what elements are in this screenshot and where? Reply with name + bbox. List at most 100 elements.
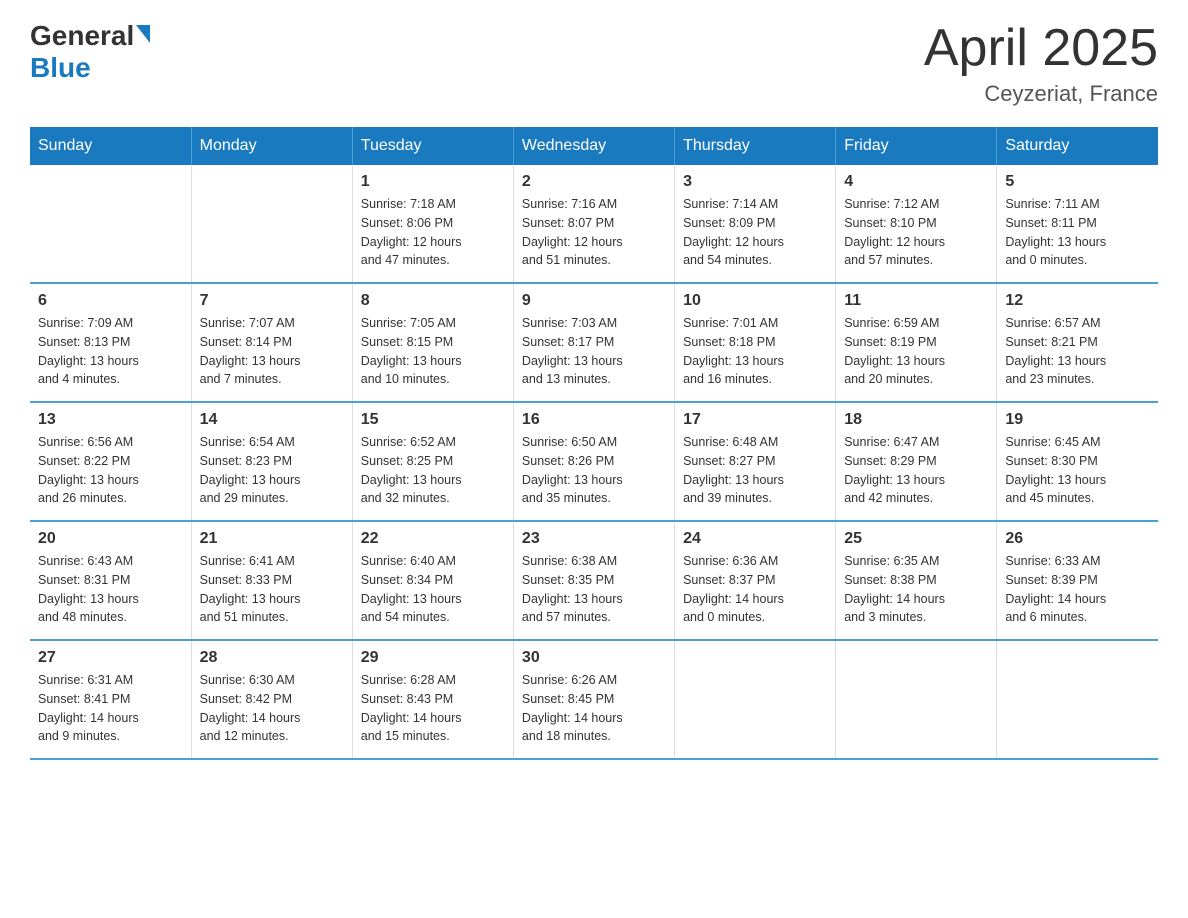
- month-title: April 2025: [924, 20, 1158, 77]
- calendar-cell: [997, 640, 1158, 759]
- day-number: 22: [361, 530, 505, 548]
- day-info: Sunrise: 6:52 AM Sunset: 8:25 PM Dayligh…: [361, 433, 505, 508]
- calendar-cell: 16 Sunrise: 6:50 AM Sunset: 8:26 PM Dayli…: [513, 402, 674, 521]
- calendar-cell: 18 Sunrise: 6:47 AM Sunset: 8:29 PM Dayli…: [836, 402, 997, 521]
- day-info: Sunrise: 6:26 AM Sunset: 8:45 PM Dayligh…: [522, 671, 666, 746]
- day-number: 25: [844, 530, 988, 548]
- calendar-cell: 2 Sunrise: 7:16 AM Sunset: 8:07 PM Daylig…: [513, 165, 674, 283]
- day-number: 8: [361, 292, 505, 310]
- day-number: 9: [522, 292, 666, 310]
- day-info: Sunrise: 6:33 AM Sunset: 8:39 PM Dayligh…: [1005, 552, 1150, 627]
- day-number: 27: [38, 649, 183, 667]
- day-info: Sunrise: 6:48 AM Sunset: 8:27 PM Dayligh…: [683, 433, 827, 508]
- calendar-cell: 29 Sunrise: 6:28 AM Sunset: 8:43 PM Dayli…: [352, 640, 513, 759]
- weekday-row: SundayMondayTuesdayWednesdayThursdayFrid…: [30, 127, 1158, 165]
- calendar-table: SundayMondayTuesdayWednesdayThursdayFrid…: [30, 127, 1158, 760]
- day-info: Sunrise: 7:05 AM Sunset: 8:15 PM Dayligh…: [361, 314, 505, 389]
- day-info: Sunrise: 7:16 AM Sunset: 8:07 PM Dayligh…: [522, 195, 666, 270]
- calendar-cell: 8 Sunrise: 7:05 AM Sunset: 8:15 PM Daylig…: [352, 283, 513, 402]
- page-header: General Blue April 2025 Ceyzeriat, Franc…: [30, 20, 1158, 107]
- day-number: 19: [1005, 411, 1150, 429]
- weekday-header-saturday: Saturday: [997, 127, 1158, 165]
- calendar-cell: [675, 640, 836, 759]
- day-info: Sunrise: 7:03 AM Sunset: 8:17 PM Dayligh…: [522, 314, 666, 389]
- calendar-cell: 6Sunrise: 7:09 AM Sunset: 8:13 PM Daylig…: [30, 283, 191, 402]
- day-number: 10: [683, 292, 827, 310]
- day-number: 1: [361, 173, 505, 191]
- day-info: Sunrise: 7:18 AM Sunset: 8:06 PM Dayligh…: [361, 195, 505, 270]
- calendar-cell: 28Sunrise: 6:30 AM Sunset: 8:42 PM Dayli…: [191, 640, 352, 759]
- day-info: Sunrise: 6:36 AM Sunset: 8:37 PM Dayligh…: [683, 552, 827, 627]
- day-number: 29: [361, 649, 505, 667]
- calendar-week-3: 13 Sunrise: 6:56 AM Sunset: 8:22 PM Dayli…: [30, 402, 1158, 521]
- calendar-cell: 27 Sunrise: 6:31 AM Sunset: 8:41 PM Dayli…: [30, 640, 191, 759]
- day-number: 11: [844, 292, 988, 310]
- calendar-cell: 20 Sunrise: 6:43 AM Sunset: 8:31 PM Dayli…: [30, 521, 191, 640]
- day-number: 26: [1005, 530, 1150, 548]
- day-info: Sunrise: 6:30 AM Sunset: 8:42 PM Dayligh…: [200, 671, 344, 746]
- calendar-week-5: 27 Sunrise: 6:31 AM Sunset: 8:41 PM Dayli…: [30, 640, 1158, 759]
- day-number: 13: [38, 411, 183, 429]
- day-number: 21: [200, 530, 344, 548]
- weekday-header-wednesday: Wednesday: [513, 127, 674, 165]
- logo: General Blue: [30, 20, 150, 84]
- calendar-cell: 19Sunrise: 6:45 AM Sunset: 8:30 PM Dayli…: [997, 402, 1158, 521]
- title-section: April 2025 Ceyzeriat, France: [924, 20, 1158, 107]
- weekday-header-monday: Monday: [191, 127, 352, 165]
- weekday-header-friday: Friday: [836, 127, 997, 165]
- calendar-cell: 14Sunrise: 6:54 AM Sunset: 8:23 PM Dayli…: [191, 402, 352, 521]
- calendar-cell: 23 Sunrise: 6:38 AM Sunset: 8:35 PM Dayli…: [513, 521, 674, 640]
- logo-blue-part: [134, 29, 150, 43]
- day-number: 7: [200, 292, 344, 310]
- calendar-week-4: 20 Sunrise: 6:43 AM Sunset: 8:31 PM Dayli…: [30, 521, 1158, 640]
- day-info: Sunrise: 6:50 AM Sunset: 8:26 PM Dayligh…: [522, 433, 666, 508]
- day-number: 6: [38, 292, 183, 310]
- day-number: 3: [683, 173, 827, 191]
- logo-general-text: General: [30, 20, 134, 52]
- calendar-cell: 5Sunrise: 7:11 AM Sunset: 8:11 PM Daylig…: [997, 165, 1158, 283]
- day-number: 2: [522, 173, 666, 191]
- calendar-cell: 24Sunrise: 6:36 AM Sunset: 8:37 PM Dayli…: [675, 521, 836, 640]
- calendar-cell: 9 Sunrise: 7:03 AM Sunset: 8:17 PM Daylig…: [513, 283, 674, 402]
- day-info: Sunrise: 6:31 AM Sunset: 8:41 PM Dayligh…: [38, 671, 183, 746]
- calendar-cell: [836, 640, 997, 759]
- calendar-cell: 11 Sunrise: 6:59 AM Sunset: 8:19 PM Dayli…: [836, 283, 997, 402]
- day-info: Sunrise: 6:56 AM Sunset: 8:22 PM Dayligh…: [38, 433, 183, 508]
- weekday-header-sunday: Sunday: [30, 127, 191, 165]
- day-number: 23: [522, 530, 666, 548]
- day-info: Sunrise: 6:47 AM Sunset: 8:29 PM Dayligh…: [844, 433, 988, 508]
- calendar-cell: 21Sunrise: 6:41 AM Sunset: 8:33 PM Dayli…: [191, 521, 352, 640]
- day-info: Sunrise: 6:28 AM Sunset: 8:43 PM Dayligh…: [361, 671, 505, 746]
- calendar-cell: 7 Sunrise: 7:07 AM Sunset: 8:14 PM Daylig…: [191, 283, 352, 402]
- location: Ceyzeriat, France: [924, 81, 1158, 107]
- weekday-header-thursday: Thursday: [675, 127, 836, 165]
- calendar-body: 1 Sunrise: 7:18 AM Sunset: 8:06 PM Daylig…: [30, 165, 1158, 759]
- day-number: 16: [522, 411, 666, 429]
- day-info: Sunrise: 6:57 AM Sunset: 8:21 PM Dayligh…: [1005, 314, 1150, 389]
- calendar-cell: [191, 165, 352, 283]
- day-info: Sunrise: 6:35 AM Sunset: 8:38 PM Dayligh…: [844, 552, 988, 627]
- calendar-header: SundayMondayTuesdayWednesdayThursdayFrid…: [30, 127, 1158, 165]
- calendar-cell: 17 Sunrise: 6:48 AM Sunset: 8:27 PM Dayli…: [675, 402, 836, 521]
- calendar-cell: 10Sunrise: 7:01 AM Sunset: 8:18 PM Dayli…: [675, 283, 836, 402]
- day-info: Sunrise: 6:54 AM Sunset: 8:23 PM Dayligh…: [200, 433, 344, 508]
- day-number: 18: [844, 411, 988, 429]
- calendar-cell: 22 Sunrise: 6:40 AM Sunset: 8:34 PM Dayli…: [352, 521, 513, 640]
- day-number: 17: [683, 411, 827, 429]
- calendar-week-2: 6Sunrise: 7:09 AM Sunset: 8:13 PM Daylig…: [30, 283, 1158, 402]
- weekday-header-tuesday: Tuesday: [352, 127, 513, 165]
- day-info: Sunrise: 6:38 AM Sunset: 8:35 PM Dayligh…: [522, 552, 666, 627]
- calendar-cell: 4Sunrise: 7:12 AM Sunset: 8:10 PM Daylig…: [836, 165, 997, 283]
- day-number: 12: [1005, 292, 1150, 310]
- day-info: Sunrise: 6:43 AM Sunset: 8:31 PM Dayligh…: [38, 552, 183, 627]
- calendar-cell: 12 Sunrise: 6:57 AM Sunset: 8:21 PM Dayli…: [997, 283, 1158, 402]
- day-number: 15: [361, 411, 505, 429]
- day-info: Sunrise: 6:40 AM Sunset: 8:34 PM Dayligh…: [361, 552, 505, 627]
- day-info: Sunrise: 7:07 AM Sunset: 8:14 PM Dayligh…: [200, 314, 344, 389]
- day-number: 5: [1005, 173, 1150, 191]
- day-info: Sunrise: 6:59 AM Sunset: 8:19 PM Dayligh…: [844, 314, 988, 389]
- calendar-cell: 30Sunrise: 6:26 AM Sunset: 8:45 PM Dayli…: [513, 640, 674, 759]
- day-number: 20: [38, 530, 183, 548]
- calendar-cell: 3Sunrise: 7:14 AM Sunset: 8:09 PM Daylig…: [675, 165, 836, 283]
- calendar-week-1: 1 Sunrise: 7:18 AM Sunset: 8:06 PM Daylig…: [30, 165, 1158, 283]
